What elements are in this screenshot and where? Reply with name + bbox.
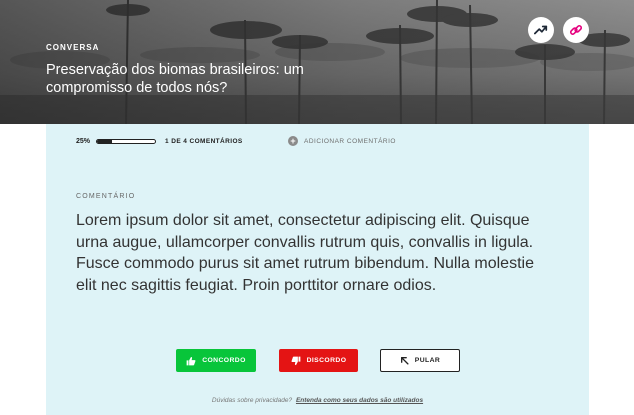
comment-count: 1 DE 4 COMENTÁRIOS: [165, 137, 243, 145]
trending-up-icon: [534, 25, 548, 35]
vote-actions: CONCORDO DISCORDO PULAR: [46, 349, 589, 373]
thumbs-down-icon: [291, 356, 301, 366]
progress-bar-fill: [97, 139, 112, 143]
disagree-label: DISCORDO: [306, 357, 347, 364]
progress-indicator: 25% 1 DE 4 COMENTÁRIOS: [76, 135, 243, 147]
progress-percent: 25%: [76, 137, 91, 145]
progress-bar: [96, 138, 157, 144]
agree-button[interactable]: CONCORDO: [176, 349, 256, 372]
trending-button[interactable]: [528, 17, 554, 43]
hero-banner: CONVERSA Preservação dos biomas brasilei…: [0, 0, 634, 124]
skip-button[interactable]: PULAR: [380, 349, 460, 372]
copy-link-button[interactable]: [563, 17, 589, 43]
thumbs-up-icon: [186, 356, 196, 366]
comment-label: COMENTÁRIO: [76, 193, 136, 200]
disagree-button[interactable]: DISCORDO: [279, 349, 358, 372]
privacy-question: Dúvidas sobre privacidade?: [211, 397, 293, 404]
plus-circle-icon: +: [288, 136, 298, 146]
add-comment-label: ADICIONAR COMENTÁRIO: [304, 137, 396, 145]
comment-text: Lorem ipsum dolor sit amet, consectetur …: [76, 212, 534, 294]
privacy-notice: Dúvidas sobre privacidade? Entenda como …: [46, 397, 589, 404]
add-comment-button[interactable]: + ADICIONAR COMENTÁRIO: [288, 135, 396, 147]
hero-eyebrow: CONVERSA: [46, 43, 100, 52]
comment-panel: 25% 1 DE 4 COMENTÁRIOS + ADICIONAR COMEN…: [46, 124, 589, 415]
skip-label: PULAR: [414, 357, 441, 364]
privacy-link[interactable]: Entenda como seus dados são utilizados: [296, 397, 423, 404]
arrow-up-left-icon: [400, 356, 409, 365]
page-title: Preservação dos biomas brasileiros: um c…: [46, 62, 304, 96]
link-icon: [569, 25, 583, 35]
agree-label: CONCORDO: [202, 357, 246, 364]
